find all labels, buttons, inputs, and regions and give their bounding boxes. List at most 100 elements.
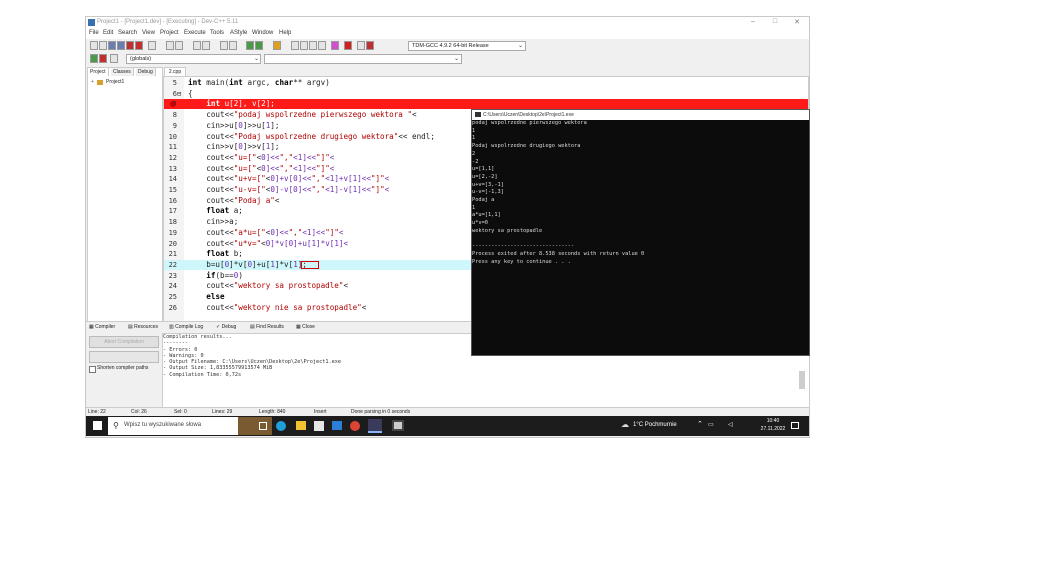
save-icon[interactable] bbox=[108, 41, 116, 50]
tab-debug-bottom[interactable]: ✓ Debug bbox=[216, 323, 236, 332]
minimize-button[interactable]: – bbox=[746, 18, 760, 28]
tab-compile-log[interactable]: ▥ Compile Log bbox=[169, 323, 203, 332]
run-icon[interactable] bbox=[273, 41, 281, 50]
task-view-icon[interactable] bbox=[259, 422, 267, 430]
tab-resources-label: Resources bbox=[134, 324, 159, 330]
chrome-icon[interactable] bbox=[350, 421, 360, 431]
tab-classes[interactable]: Classes bbox=[111, 68, 134, 76]
console-title-bar: C:\Users\Uczen\Desktop\2e\Project1.exe bbox=[472, 110, 809, 120]
project-options-icon[interactable] bbox=[357, 41, 365, 50]
windows-start-icon[interactable] bbox=[93, 421, 102, 430]
debug-icon[interactable] bbox=[309, 41, 317, 50]
redo-icon[interactable] bbox=[175, 41, 183, 50]
code-line: cout<<"u+v=["<0]+v[0]<<","<1]+v[1]<<"]"< bbox=[188, 174, 390, 184]
stop-execution-icon[interactable] bbox=[344, 41, 352, 50]
toggle-bookmark-icon[interactable] bbox=[99, 54, 107, 63]
code-line: cout<<"podaj wspolrzedne pierwszego wekt… bbox=[188, 110, 417, 120]
line-number: 9 bbox=[172, 121, 177, 130]
volume-icon[interactable]: ◁ bbox=[728, 421, 733, 428]
tab-debug[interactable]: Debug bbox=[136, 68, 156, 76]
compiler-select[interactable]: TDM-GCC 4.9.2 64-bit Release bbox=[408, 41, 526, 51]
abort-compilation-button[interactable]: Abort Compilation bbox=[89, 336, 159, 348]
check-syntax-icon[interactable] bbox=[331, 41, 339, 50]
insert-icon[interactable] bbox=[90, 54, 98, 63]
save-all-icon[interactable] bbox=[117, 41, 125, 50]
window-title: Project1 - [Project1.dev] - [Executing] … bbox=[97, 19, 239, 25]
unindent-icon[interactable] bbox=[229, 41, 237, 50]
weather-text[interactable]: 1°C Pochmurnie bbox=[633, 422, 677, 428]
tab-project[interactable]: Project bbox=[88, 68, 109, 76]
expand-icon[interactable]: + bbox=[91, 79, 94, 85]
tab-find-results[interactable]: ▤ Find Results bbox=[250, 323, 284, 332]
open-file-icon[interactable] bbox=[99, 41, 107, 50]
clock[interactable]: 10:40 27.11.2022 bbox=[758, 417, 788, 433]
console-window[interactable]: C:\Users\Uczen\Desktop\2e\Project1.exe p… bbox=[471, 109, 810, 356]
compiler-options-icon[interactable] bbox=[366, 41, 374, 50]
compile-run-icon[interactable] bbox=[291, 41, 299, 50]
rebuild-icon[interactable] bbox=[300, 41, 308, 50]
tab-compiler[interactable]: ▦ Compiler bbox=[89, 323, 115, 332]
code-line: cout<<"Podaj a"< bbox=[188, 195, 280, 205]
line-number: 11 bbox=[168, 143, 177, 152]
line-number: 26 bbox=[168, 303, 177, 312]
code-line: int main(int argc, char** argv) bbox=[188, 78, 330, 87]
menu-help[interactable]: Help bbox=[279, 30, 291, 36]
notifications-icon[interactable] bbox=[791, 422, 799, 429]
close-file-icon[interactable] bbox=[126, 41, 134, 50]
network-icon[interactable]: ▭ bbox=[708, 421, 714, 428]
console-task-icon[interactable] bbox=[392, 420, 404, 431]
code-line: cout<<"u-v=["<0]-v[0]<<","<1]-v[1]<<"]"< bbox=[188, 185, 390, 194]
line-number: 10 bbox=[168, 132, 177, 141]
file-explorer-icon[interactable] bbox=[296, 421, 306, 430]
new-file-icon[interactable] bbox=[90, 41, 98, 50]
devcpp-task-icon[interactable] bbox=[368, 419, 382, 433]
globals-select[interactable]: (globals) bbox=[126, 54, 261, 64]
tab-resources[interactable]: ▤ Resources bbox=[128, 323, 158, 332]
menu-execute[interactable]: Execute bbox=[184, 30, 206, 36]
fold-marker-icon[interactable]: ⊟ bbox=[177, 90, 181, 98]
tab-close[interactable]: ▦ Close bbox=[296, 323, 315, 332]
undo-icon[interactable] bbox=[166, 41, 174, 50]
clock-time: 10:40 bbox=[766, 418, 780, 424]
mail-icon[interactable] bbox=[332, 421, 342, 430]
indent-icon[interactable] bbox=[220, 41, 228, 50]
code-line: if(b==0) bbox=[206, 270, 243, 280]
class-toolbar: (globals) ⌄ ⌄ bbox=[86, 53, 809, 66]
menu-view[interactable]: View bbox=[142, 30, 155, 36]
menu-project[interactable]: Project bbox=[160, 30, 179, 36]
menu-tools[interactable]: Tools bbox=[210, 30, 224, 36]
code-line: cout<<"wektory nie sa prostopadle"< bbox=[188, 302, 367, 312]
menu-astyle[interactable]: AStyle bbox=[230, 30, 247, 36]
find-icon[interactable] bbox=[193, 41, 201, 50]
menu-edit[interactable]: Edit bbox=[103, 30, 113, 36]
shorten-paths-checkbox[interactable] bbox=[89, 366, 96, 373]
menu-file[interactable]: File bbox=[89, 30, 99, 36]
function-select[interactable] bbox=[264, 54, 462, 64]
log-scrollbar[interactable] bbox=[799, 371, 805, 389]
weather-icon: ☁ bbox=[621, 420, 629, 429]
print-icon[interactable] bbox=[148, 41, 156, 50]
status-lines: Lines: 29 bbox=[212, 409, 233, 415]
console-output[interactable]: podaj wspolrzedne pierwszego wektora 1 1… bbox=[472, 120, 807, 266]
chevron-down-icon: ⌄ bbox=[518, 43, 524, 49]
goto-bookmark-icon[interactable] bbox=[110, 54, 118, 63]
chevron-down-icon: ⌄ bbox=[254, 56, 260, 62]
tray-chevron-icon[interactable]: ⌃ bbox=[697, 420, 703, 428]
project-tree-item[interactable]: Project1 bbox=[106, 79, 124, 85]
close-button[interactable]: ✕ bbox=[790, 18, 804, 28]
edge-icon[interactable] bbox=[276, 421, 286, 431]
store-icon[interactable] bbox=[314, 421, 324, 431]
close-all-icon[interactable] bbox=[135, 41, 143, 50]
maximize-button[interactable]: □ bbox=[768, 18, 782, 28]
taskbar-search-box[interactable]: ⚲ Wpisz tu wyszukiwane słowa bbox=[108, 417, 238, 435]
line-number: 7 bbox=[172, 100, 177, 109]
goto-icon[interactable] bbox=[246, 41, 254, 50]
compile-icon[interactable] bbox=[255, 41, 263, 50]
menu-window[interactable]: Window bbox=[252, 30, 273, 36]
tab-compile-log-label: Compile Log bbox=[175, 324, 204, 330]
menu-search[interactable]: Search bbox=[118, 30, 137, 36]
status-col: Col: 26 bbox=[131, 409, 147, 415]
profile-icon[interactable] bbox=[318, 41, 326, 50]
replace-icon[interactable] bbox=[202, 41, 210, 50]
menu-bar: File Edit Search View Project Execute To… bbox=[86, 29, 809, 39]
